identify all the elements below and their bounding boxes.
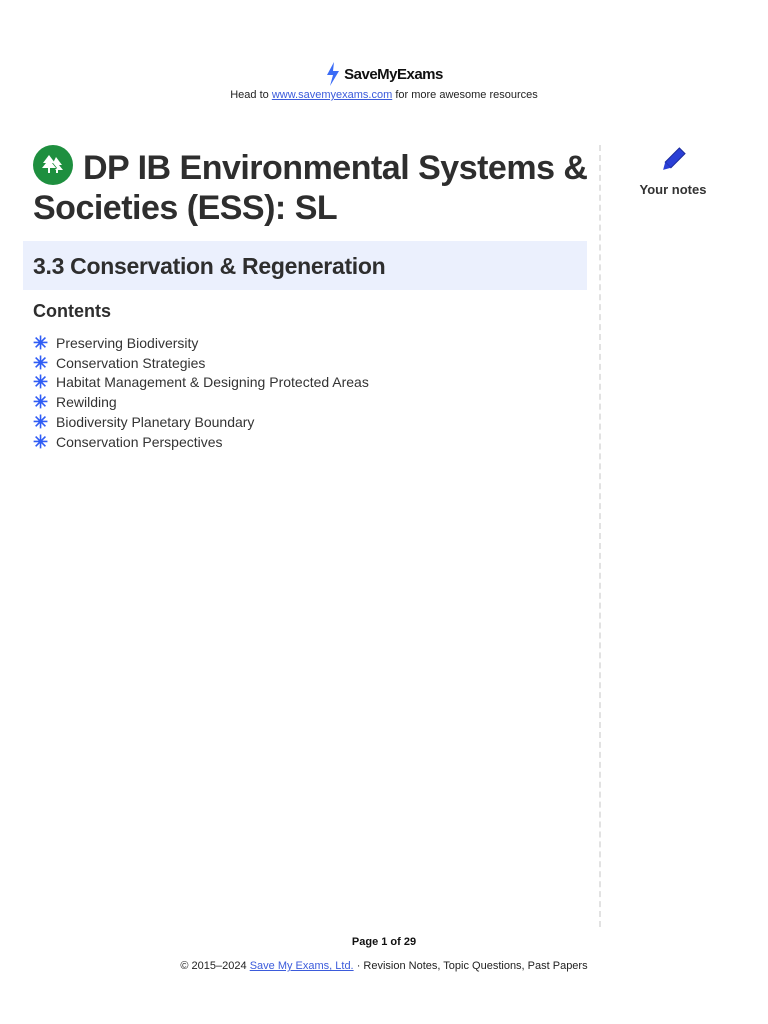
contents-link[interactable]: Habitat Management & Designing Protected… — [56, 374, 369, 390]
header-prefix: Head to — [230, 89, 269, 101]
contents-heading: Contents — [33, 301, 111, 321]
contents-link[interactable]: Biodiversity Planetary Boundary — [56, 414, 254, 430]
website-link[interactable]: www.savemyexams.com — [272, 89, 392, 101]
contents-link[interactable]: Conservation Perspectives — [56, 434, 223, 450]
pencil-icon — [663, 147, 686, 170]
contents-list: ✳ Preserving Biodiversity ✳ Conservation S… — [33, 333, 369, 452]
notes-label: Your notes — [639, 182, 707, 197]
contents-item[interactable]: ✳ Preserving Biodiversity — [33, 333, 369, 353]
contents-link[interactable]: Rewilding — [56, 394, 117, 410]
copyright: © 2015–2024 — [180, 960, 247, 972]
trees-icon — [33, 145, 73, 185]
asterisk-icon: ✳ — [33, 372, 49, 393]
contents-item[interactable]: ✳ Conservation Strategies — [33, 353, 369, 373]
brand-logo: SaveMyExams — [0, 62, 768, 86]
footer: © 2015–2024 Save My Exams, Ltd. · Revisi… — [0, 960, 768, 972]
contents-link[interactable]: Conservation Strategies — [56, 355, 205, 371]
asterisk-icon: ✳ — [33, 352, 49, 373]
asterisk-icon: ✳ — [33, 431, 49, 452]
contents-item[interactable]: ✳ Habitat Management & Designing Protecte… — [33, 373, 369, 393]
header-text: Head to www.savemyexams.com for more awe… — [0, 89, 768, 101]
contents-item[interactable]: ✳ Conservation Perspectives — [33, 432, 369, 452]
your-notes: Your notes — [630, 145, 716, 197]
asterisk-icon: ✳ — [33, 392, 49, 413]
company-link[interactable]: Save My Exams, Ltd. — [250, 960, 354, 972]
contents-item[interactable]: ✳ Biodiversity Planetary Boundary — [33, 412, 369, 432]
brand-name: SaveMyExams — [344, 65, 443, 83]
contents-item[interactable]: ✳ Rewilding — [33, 392, 369, 412]
header-suffix: for more awesome resources — [395, 89, 538, 101]
section-title: 3.3 Conservation & Regeneration — [33, 253, 386, 279]
page-number: Page 1 of 29 — [351, 936, 417, 948]
contents-link[interactable]: Preserving Biodiversity — [56, 335, 198, 351]
section-header: 3.3 Conservation & Regeneration — [23, 241, 587, 290]
page-title: DP IB Environmental Systems & Societies … — [33, 145, 593, 228]
lightning-bolt-icon — [327, 62, 340, 86]
title-text: DP IB Environmental Systems & Societies … — [33, 149, 588, 227]
footer-suffix: · Revision Notes, Topic Questions, Past … — [356, 960, 588, 972]
asterisk-icon: ✳ — [33, 412, 49, 433]
asterisk-icon: ✳ — [33, 332, 49, 353]
notes-divider — [599, 145, 601, 927]
